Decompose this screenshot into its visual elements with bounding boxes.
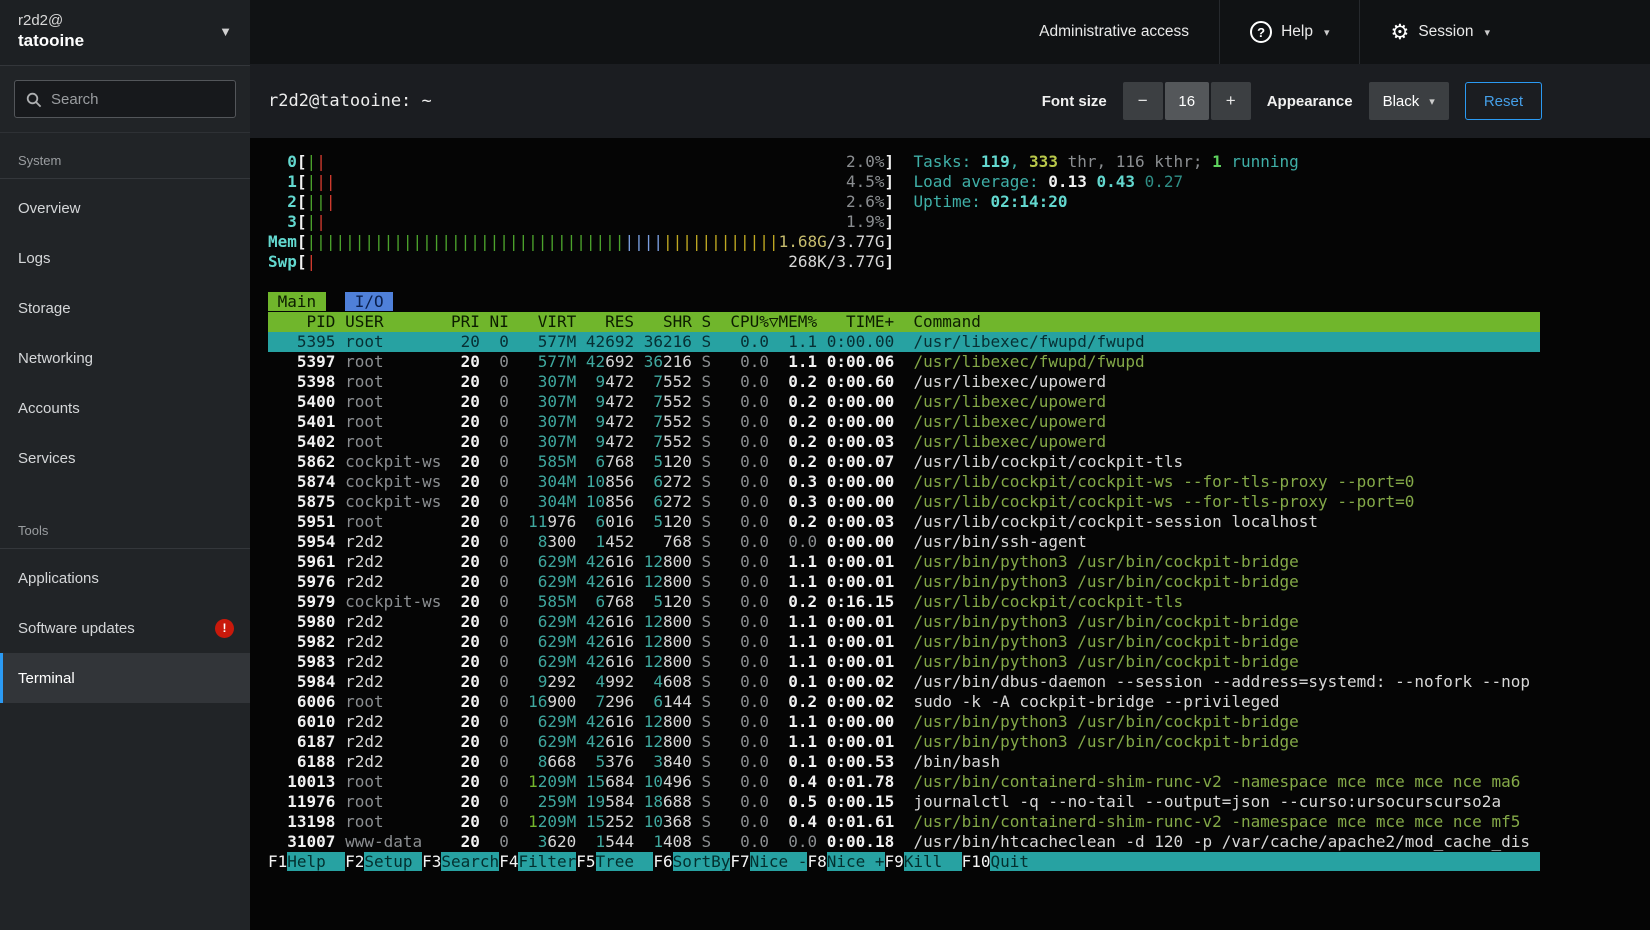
terminal-title: r2d2@tatooine: ~ <box>268 91 432 111</box>
session-menu-button[interactable]: ⚙ Session ▾ <box>1359 0 1520 64</box>
administrative-access-button[interactable]: Administrative access <box>1009 0 1219 64</box>
sidebar-item-logs[interactable]: Logs <box>0 233 250 283</box>
gear-icon: ⚙ <box>1390 20 1409 44</box>
process-row[interactable]: 5983 r2d2 20 0 629M 42616 12800 S 0.0 1.… <box>268 652 1540 672</box>
process-row[interactable]: 5862 cockpit-ws 20 0 585M 6768 5120 S 0.… <box>268 452 1540 472</box>
host-selector[interactable]: r2d2@ tatooine ▼ <box>0 0 250 66</box>
theme-value: Black <box>1383 93 1420 110</box>
meter-line: 2[||| 2.6%] Uptime: 02:14:20 <box>268 192 1540 212</box>
sidebar-item-applications[interactable]: Applications <box>0 553 250 603</box>
font-size-stepper: − 16 + <box>1123 82 1251 120</box>
process-row[interactable]: 5979 cockpit-ws 20 0 585M 6768 5120 S 0.… <box>268 592 1540 612</box>
meter-line: Mem[||||||||||||||||||||||||||||||||||||… <box>268 232 1540 252</box>
terminal-screen[interactable]: 0[|| 2.0%] Tasks: 119, 333 thr, 116 kthr… <box>250 138 1650 930</box>
updates-available-badge: ! <box>215 619 234 638</box>
sidebar-item-label: Applications <box>18 570 99 587</box>
chevron-down-icon: ▾ <box>1429 95 1435 108</box>
meter-line: 1[||| 4.5%] Load average: 0.13 0.43 0.27 <box>268 172 1540 192</box>
font-size-value: 16 <box>1165 82 1209 120</box>
process-row[interactable]: 10013 root 20 0 1209M 15684 10496 S 0.0 … <box>268 772 1540 792</box>
process-row[interactable]: 5954 r2d2 20 0 8300 1452 768 S 0.0 0.0 0… <box>268 532 1540 552</box>
process-row[interactable]: 5397 root 20 0 577M 42692 36216 S 0.0 1.… <box>268 352 1540 372</box>
meter-line: 0[|| 2.0%] Tasks: 119, 333 thr, 116 kthr… <box>268 152 1540 172</box>
process-row[interactable]: 5874 cockpit-ws 20 0 304M 10856 6272 S 0… <box>268 472 1540 492</box>
sidebar-item-label: Networking <box>18 350 93 367</box>
process-row[interactable]: 11976 root 20 0 259M 19584 18688 S 0.0 0… <box>268 792 1540 812</box>
host-name: tatooine <box>18 30 84 52</box>
search-icon <box>26 92 42 108</box>
process-row[interactable]: 6006 root 20 0 16900 7296 6144 S 0.0 0.2… <box>268 692 1540 712</box>
sidebar-item-accounts[interactable]: Accounts <box>0 383 250 433</box>
theme-dropdown[interactable]: Black ▾ <box>1369 82 1449 120</box>
process-row[interactable]: 5402 root 20 0 307M 9472 7552 S 0.0 0.2 … <box>268 432 1540 452</box>
process-row[interactable]: 5961 r2d2 20 0 629M 42616 12800 S 0.0 1.… <box>268 552 1540 572</box>
nav-section: System Overview Logs Storage Networking Accou… <box>0 139 250 483</box>
sidebar-item-storage[interactable]: Storage <box>0 283 250 333</box>
sidebar-item-label: Terminal <box>18 670 75 687</box>
masthead: Administrative access ? Help ▾ ⚙ Session… <box>250 0 1650 64</box>
host-label: r2d2@ tatooine <box>18 11 84 52</box>
process-table-header[interactable]: PID USER PRI NI VIRT RES SHR S CPU%▽MEM%… <box>268 312 1540 332</box>
process-row[interactable]: 5976 r2d2 20 0 629M 42616 12800 S 0.0 1.… <box>268 572 1540 592</box>
sidebar-item-label: Logs <box>18 250 51 267</box>
meter-line: Swp[| 268K/3.77G] <box>268 252 1540 272</box>
process-row[interactable]: 5400 root 20 0 307M 9472 7552 S 0.0 0.2 … <box>268 392 1540 412</box>
process-row[interactable]: 5984 r2d2 20 0 9292 4992 4608 S 0.0 0.1 … <box>268 672 1540 692</box>
font-size-decrease-button[interactable]: − <box>1123 82 1163 120</box>
help-icon: ? <box>1250 21 1272 43</box>
sidebar-item-overview[interactable]: Overview <box>0 183 250 233</box>
process-row[interactable]: 5982 r2d2 20 0 629M 42616 12800 S 0.0 1.… <box>268 632 1540 652</box>
sidebar-item-services[interactable]: Services <box>0 433 250 483</box>
search-container <box>0 66 250 133</box>
process-row[interactable]: 6188 r2d2 20 0 8668 5376 3840 S 0.0 0.1 … <box>268 752 1540 772</box>
tab-io: I/O <box>345 292 393 311</box>
sidebar-item-label: Accounts <box>18 400 80 417</box>
sidebar-nav: System Overview Logs Storage Networking Accou… <box>0 139 250 703</box>
main-area: Administrative access ? Help ▾ ⚙ Session… <box>250 0 1650 930</box>
process-row[interactable]: 5401 root 20 0 307M 9472 7552 S 0.0 0.2 … <box>268 412 1540 432</box>
font-size-increase-button[interactable]: + <box>1211 82 1251 120</box>
process-row[interactable]: 31007 www-data 20 0 3620 1544 1408 S 0.0… <box>268 832 1540 852</box>
meter-line: 3[|| 1.9%] <box>268 212 1540 232</box>
terminal-toolbar: Font size − 16 + Appearance Black ▾ Rese… <box>1042 82 1542 120</box>
nav-section-title: Tools <box>0 509 250 549</box>
function-key-bar[interactable]: F1Help F2Setup F3SearchF4FilterF5Tree F6… <box>268 852 1540 872</box>
process-row[interactable]: 6010 r2d2 20 0 629M 42616 12800 S 0.0 1.… <box>268 712 1540 732</box>
sidebar-item-label: Overview <box>18 200 81 217</box>
help-label: Help <box>1281 23 1313 41</box>
terminal-page-header: r2d2@tatooine: ~ Font size − 16 + Appear… <box>250 64 1650 138</box>
nav-section: Tools Applications Software updates! Termin… <box>0 509 250 703</box>
process-row[interactable]: 5398 root 20 0 307M 9472 7552 S 0.0 0.2 … <box>268 372 1540 392</box>
search-input[interactable] <box>14 80 236 118</box>
font-size-label: Font size <box>1042 93 1107 110</box>
chevron-down-icon: ▾ <box>1324 26 1330 39</box>
session-label: Session <box>1418 23 1473 41</box>
chevron-down-icon: ▼ <box>219 24 232 39</box>
nav-section-title: System <box>0 139 250 179</box>
appearance-label: Appearance <box>1267 93 1353 110</box>
process-row[interactable]: 13198 root 20 0 1209M 15252 10368 S 0.0 … <box>268 812 1540 832</box>
process-row[interactable]: 5951 root 20 0 11976 6016 5120 S 0.0 0.2… <box>268 512 1540 532</box>
process-row[interactable]: 5395 root 20 0 577M 42692 36216 S 0.0 1.… <box>268 332 1540 352</box>
help-menu-button[interactable]: ? Help ▾ <box>1219 0 1359 64</box>
chevron-down-icon: ▾ <box>1484 26 1490 39</box>
sidebar-item-terminal[interactable]: Terminal <box>0 653 250 703</box>
sidebar-item-software-updates[interactable]: Software updates! <box>0 603 250 653</box>
htop-tab-bar: Main I/O <box>268 292 1540 312</box>
process-row[interactable]: 5980 r2d2 20 0 629M 42616 12800 S 0.0 1.… <box>268 612 1540 632</box>
sidebar: r2d2@ tatooine ▼ System Overview Logs Stora… <box>0 0 250 930</box>
sidebar-item-label: Services <box>18 450 76 467</box>
sidebar-item-networking[interactable]: Networking <box>0 333 250 383</box>
process-row[interactable]: 6187 r2d2 20 0 629M 42616 12800 S 0.0 1.… <box>268 732 1540 752</box>
reset-button[interactable]: Reset <box>1465 82 1542 120</box>
sidebar-item-label: Software updates <box>18 620 135 637</box>
process-row[interactable]: 5875 cockpit-ws 20 0 304M 10856 6272 S 0… <box>268 492 1540 512</box>
tab-main: Main <box>268 292 326 311</box>
blank-line <box>268 272 1540 292</box>
sidebar-item-label: Storage <box>18 300 71 317</box>
host-user: r2d2@ <box>18 11 84 30</box>
